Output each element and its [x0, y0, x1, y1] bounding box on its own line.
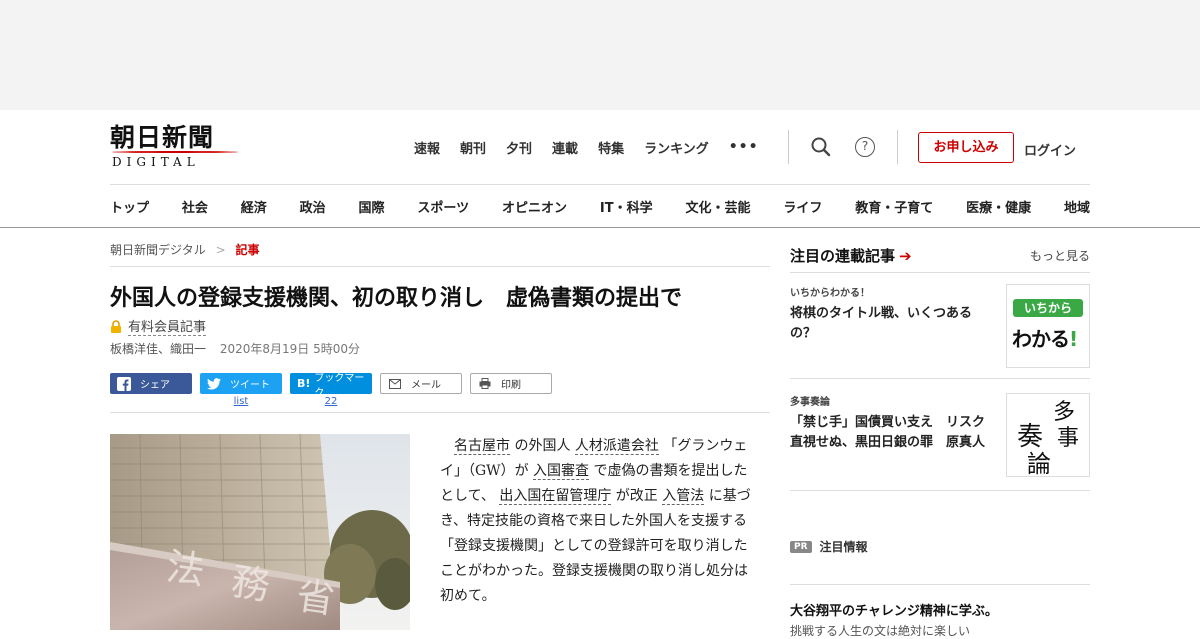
cat-top[interactable]: トップ [110, 197, 149, 216]
category-navigation: トップ 社会 経済 政治 国際 スポーツ オピニオン IT・科学 文化・芸能 ラ… [110, 197, 1090, 216]
logo-swoosh [112, 151, 238, 153]
hatena-b-icon: B! [296, 377, 311, 390]
hatena-bookmark-button[interactable]: B! ブックマーク 22 [290, 373, 372, 407]
pr-section-header: PR 注目情報 [790, 538, 868, 555]
arrow-right-icon: ➔ [899, 247, 912, 265]
site-header: 朝日新聞 DIGITAL 速報 朝刊 夕刊 連載 特集 ランキング ••• ? … [0, 110, 1200, 228]
keyword-link-immigration-law[interactable]: 入管法 [662, 488, 705, 505]
featured-series-heading[interactable]: 注目の連載記事 ➔ [790, 245, 912, 266]
promo-title[interactable]: 大谷翔平のチャレンジ精神に学ぶ。 [790, 600, 998, 619]
divider [790, 490, 1090, 491]
paid-article-label[interactable]: 有料会員記事 [128, 316, 207, 336]
help-icon[interactable]: ? [852, 134, 878, 160]
cat-international[interactable]: 国際 [359, 197, 385, 216]
search-icon[interactable] [808, 134, 834, 160]
cat-opinion[interactable]: オピニオン [502, 197, 567, 216]
series-item-tajisouron[interactable]: 多事奏論 「禁じ手」国債買い支え リスク直視せぬ、黒田日銀の罪 原真人 多 事 … [790, 393, 1090, 478]
breadcrumb-current: 記事 [235, 243, 260, 257]
keyword-link-nagoya[interactable]: 名古屋市 [454, 438, 510, 455]
series-title: 将棋のタイトル戦、いくつあるの？ [790, 306, 973, 341]
cat-life[interactable]: ライフ [783, 197, 822, 216]
photo-signboard-char: 務 [229, 559, 273, 608]
cat-society[interactable]: 社会 [182, 197, 208, 216]
divider [110, 412, 770, 413]
nav-choukan[interactable]: 朝刊 [460, 138, 486, 157]
keyword-link-immigration-agency[interactable]: 出入国在留管理庁 [499, 488, 612, 505]
divider [790, 584, 1090, 585]
print-label: 印刷 [501, 380, 521, 391]
cat-culture[interactable]: 文化・芸能 [685, 197, 750, 216]
twitter-share-button[interactable]: ツイート list [200, 373, 282, 407]
ichikara-wakaru-thumbnail: いちから わかる! [1006, 284, 1090, 368]
print-button[interactable]: 印刷 [470, 373, 552, 394]
header-divider [788, 130, 789, 164]
breadcrumb-home[interactable]: 朝日新聞デジタル [110, 243, 206, 257]
article-photo[interactable]: 法 務 省 [110, 434, 410, 630]
article-body: 名古屋市 の外国人 人材派遣会社 「グランウェイ」（GW）が 入国審査 で虚偽の… [440, 438, 751, 604]
pr-label: 注目情報 [819, 540, 868, 554]
paid-member-marker: 有料会員記事 [110, 316, 207, 336]
keyword-link-immigration-inspection[interactable]: 入国審査 [533, 463, 590, 480]
cat-it-science[interactable]: IT・科学 [600, 197, 653, 216]
more-menu-icon[interactable]: ••• [729, 139, 759, 155]
twitter-share-label: ツイート [230, 380, 270, 391]
cat-local[interactable]: 地域 [1064, 197, 1090, 216]
printer-icon [477, 377, 493, 391]
lock-icon [111, 319, 121, 333]
subscribe-button[interactable]: お申し込み [918, 132, 1014, 163]
nav-tokushu[interactable]: 特集 [598, 138, 624, 157]
nav-sokuho[interactable]: 速報 [414, 138, 440, 157]
article-headline: 外国人の登録支援機関、初の取り消し 虚偽書類の提出で [110, 286, 683, 311]
logo-wordmark: 朝日新聞 [110, 123, 215, 152]
cat-politics[interactable]: 政治 [300, 197, 326, 216]
breadcrumb: 朝日新聞デジタル > 記事 [110, 241, 260, 258]
facebook-icon [116, 376, 132, 391]
series-title: 「禁じ手」国債買い支え リスク直視せぬ、黒田日銀の罪 原真人 [790, 415, 986, 450]
nav-rensai[interactable]: 連載 [552, 138, 578, 157]
login-link[interactable]: ログイン [1024, 140, 1076, 159]
twitter-count[interactable]: list [200, 396, 282, 407]
cat-health[interactable]: 医療・健康 [966, 197, 1031, 216]
divider [110, 266, 770, 267]
nav-yuukan[interactable]: 夕刊 [506, 138, 532, 157]
facebook-share-label: シェア [140, 380, 170, 391]
pr-badge: PR [790, 540, 812, 553]
header-divider [897, 130, 898, 164]
twitter-bird-icon [206, 377, 222, 391]
advertisement-band [0, 0, 1200, 110]
mail-share-button[interactable]: メール [380, 373, 462, 394]
keyword-link-staffing-company[interactable]: 人材派遣会社 [574, 438, 659, 455]
share-buttons: シェア ツイート list B! ブックマーク 22 メール 印刷 [110, 373, 560, 407]
byline: 板橋洋佳、織田一 2020年8月19日 5時00分 [110, 340, 360, 357]
series-item-ichikara[interactable]: いちからわかる！ 将棋のタイトル戦、いくつあるの？ いちから わかる! [790, 284, 1090, 368]
cat-sports[interactable]: スポーツ [417, 197, 469, 216]
nav-ranking[interactable]: ランキング [644, 138, 709, 157]
mail-icon [387, 377, 403, 391]
photo-signboard-char: 法 [164, 544, 208, 593]
divider [790, 272, 1090, 273]
promo-subtitle[interactable]: 挑戦する人生の文は絶対に楽しい [790, 622, 970, 639]
photo-signboard-char: 省 [294, 573, 338, 622]
article-authors: 板橋洋佳、織田一 [110, 342, 207, 356]
mail-share-label: メール [411, 380, 441, 391]
facebook-share-button[interactable]: シェア [110, 373, 192, 394]
see-more-link[interactable]: もっと見る [1030, 247, 1090, 264]
asahi-digital-logo[interactable]: 朝日新聞 DIGITAL [110, 124, 242, 172]
breadcrumb-separator: > [215, 243, 226, 257]
top-navigation: 速報 朝刊 夕刊 連載 特集 ランキング ••• [414, 137, 759, 157]
cat-economy[interactable]: 経済 [241, 197, 267, 216]
divider [790, 378, 1090, 379]
logo-digital-text: DIGITAL [112, 155, 200, 169]
header-separator [110, 184, 1090, 185]
article-date: 2020年8月19日 5時00分 [219, 342, 361, 356]
hatena-bookmark-label: ブックマーク [314, 372, 365, 399]
cat-education[interactable]: 教育・子育て [855, 197, 933, 216]
tajisouron-calligraphy-thumbnail: 多 事 奏 論 [1006, 393, 1090, 478]
hatena-count[interactable]: 22 [290, 396, 372, 407]
